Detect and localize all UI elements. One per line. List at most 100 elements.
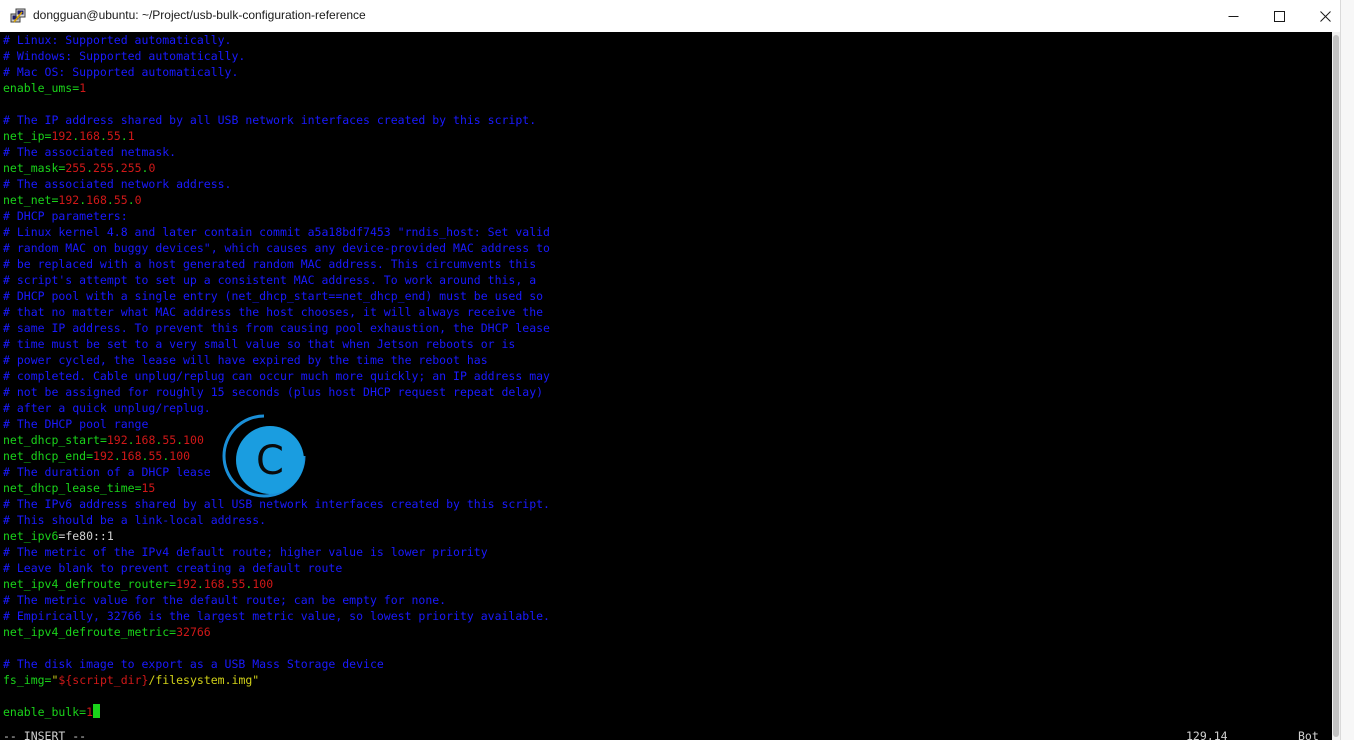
buffer-token: net_ipv6 (3, 529, 59, 543)
buffer-token: # script's attempt to set up a consisten… (3, 273, 537, 287)
buffer-token: # The disk image to export as a USB Mass… (3, 657, 384, 671)
vim-mode-indicator: -- INSERT -- (3, 729, 87, 740)
buffer-token: fs_img (3, 673, 45, 687)
buffer-line: net_mask=255.255.255.0 (3, 160, 155, 176)
buffer-token: 255 (120, 161, 142, 175)
buffer-token: 255 (93, 161, 114, 175)
buffer-token: " (252, 673, 260, 687)
buffer-token: # random MAC on buggy devices", which ca… (3, 241, 550, 255)
buffer-token: 192 (106, 433, 128, 447)
buffer-token: 192 (93, 449, 114, 463)
buffer-line: # The IP address shared by all USB netwo… (3, 112, 536, 128)
buffer-line: # Empirically, 32766 is the largest metr… (3, 608, 550, 624)
buffer-line: # The metric value for the default route… (3, 592, 446, 608)
buffer-token: /filesystem.img (148, 673, 253, 687)
buffer-token: . (120, 129, 128, 143)
buffer-line: # The DHCP pool range (3, 416, 148, 432)
buffer-token: 192 (58, 193, 80, 207)
buffer-line: net_dhcp_lease_time=15 (3, 480, 155, 496)
buffer-token: 168 (203, 577, 225, 591)
buffer-line: # be replaced with a host generated rand… (3, 256, 536, 272)
buffer-token: 100 (183, 433, 204, 447)
buffer-token: 55 (113, 193, 128, 207)
buffer-token: . (196, 577, 204, 591)
buffer-line: net_ipv4_defroute_metric=32766 (3, 624, 211, 640)
scroll-indicator: Bot (1298, 729, 1319, 740)
buffer-token: 55 (106, 129, 121, 143)
buffer-token: net_dhcp_lease_time (3, 481, 135, 495)
buffer-line: # completed. Cable unplug/replug can occ… (3, 368, 550, 384)
buffer-token: 1 (86, 705, 94, 719)
maximize-button[interactable] (1256, 0, 1302, 32)
buffer-token: . (127, 433, 135, 447)
buffer-line: enable_ums=1 (3, 80, 86, 96)
buffer-line: # Linux: Supported automatically. (3, 32, 231, 48)
buffer-token: 0 (148, 161, 156, 175)
buffer-token: # be replaced with a host generated rand… (3, 257, 537, 271)
buffer-token: # power cycled, the lease will have expi… (3, 353, 488, 367)
overlay-c-logo-icon: C (222, 414, 306, 498)
buffer-token: # The IP address shared by all USB netwo… (3, 113, 537, 127)
buffer-token: = (99, 433, 107, 447)
buffer-token: 192 (51, 129, 73, 143)
buffer-line: # power cycled, the lease will have expi… (3, 352, 488, 368)
buffer-token: # same IP address. To prevent this from … (3, 321, 550, 335)
buffer-token: 192 (176, 577, 197, 591)
buffer-token: 55 (162, 433, 177, 447)
buffer-token: . (224, 577, 232, 591)
buffer-token: # Windows: Supported automatically. (3, 49, 246, 63)
scrollbar-thumb[interactable] (1333, 35, 1339, 737)
buffer-token: enable_ums (3, 81, 73, 95)
terminal-area[interactable]: # Linux: Supported automatically. # Windo… (0, 32, 1332, 740)
buffer-token: . (106, 193, 114, 207)
buffer-line: net_ip=192.168.55.1 (3, 128, 135, 144)
buffer-line: # random MAC on buggy devices", which ca… (3, 240, 550, 256)
maximize-icon (1273, 10, 1285, 22)
window-titlebar[interactable]: dongguan@ubuntu: ~/Project/usb-bulk-conf… (0, 0, 1340, 33)
buffer-token: 100 (252, 577, 274, 591)
buffer-line: fs_img="${script_dir}/filesystem.img" (3, 672, 259, 688)
buffer-token: # The metric value for the default route… (3, 593, 447, 607)
buffer-token: = (86, 449, 94, 463)
buffer-line: # The metric of the IPv4 default route; … (3, 544, 488, 560)
buffer-token: =fe80::1 (58, 529, 114, 543)
buffer-token: # Empirically, 32766 is the largest metr… (3, 609, 550, 623)
buffer-token: 168 (79, 129, 100, 143)
buffer-token: 168 (86, 193, 107, 207)
buffer-token: # DHCP parameters: (3, 209, 128, 223)
cursor-position: 129,14 (1186, 729, 1228, 740)
minimize-button[interactable] (1210, 0, 1256, 32)
terminal-scrollbar[interactable] (1332, 32, 1340, 740)
buffer-token: 1 (79, 81, 87, 95)
buffer-token: # Leave blank to prevent creating a defa… (3, 561, 343, 575)
buffer-line: # The associated netmask. (3, 144, 176, 160)
buffer-token: 100 (169, 449, 191, 463)
buffer-line: net_ipv4_defroute_router=192.168.55.100 (3, 576, 273, 592)
buffer-token: # The duration of a DHCP lease (3, 465, 211, 479)
text-cursor (93, 704, 101, 718)
buffer-token: . (86, 161, 94, 175)
buffer-line: net_dhcp_end=192.168.55.100 (3, 448, 190, 464)
buffer-token: # The DHCP pool range (3, 417, 149, 431)
buffer-line: # The disk image to export as a USB Mass… (3, 656, 384, 672)
svg-text:C: C (256, 438, 284, 484)
close-icon (1319, 10, 1331, 22)
buffer-token: # not be assigned for roughly 15 seconds… (3, 385, 544, 399)
minimize-icon (1228, 15, 1238, 17)
buffer-line: net_dhcp_start=192.168.55.100 (3, 432, 204, 448)
buffer-line: # script's attempt to set up a consisten… (3, 272, 536, 288)
buffer-token: # Mac OS: Supported automatically. (3, 65, 239, 79)
window-title: dongguan@ubuntu: ~/Project/usb-bulk-conf… (33, 8, 366, 22)
buffer-line: # that no matter what MAC address the ho… (3, 304, 543, 320)
buffer-token: # The associated network address. (3, 177, 232, 191)
buffer-line: # DHCP parameters: (3, 208, 128, 224)
buffer-token: net_net (3, 193, 52, 207)
buffer-line: # The duration of a DHCP lease (3, 464, 211, 480)
buffer-token: # completed. Cable unplug/replug can occ… (3, 369, 550, 383)
buffer-token: # The metric of the IPv4 default route; … (3, 545, 488, 559)
buffer-token: 168 (120, 449, 142, 463)
buffer-token: # time must be set to a very small value… (3, 337, 516, 351)
buffer-line: # Mac OS: Supported automatically. (3, 64, 238, 80)
buffer-token: net_dhcp_end (3, 449, 87, 463)
buffer-token: # The associated netmask. (3, 145, 177, 159)
